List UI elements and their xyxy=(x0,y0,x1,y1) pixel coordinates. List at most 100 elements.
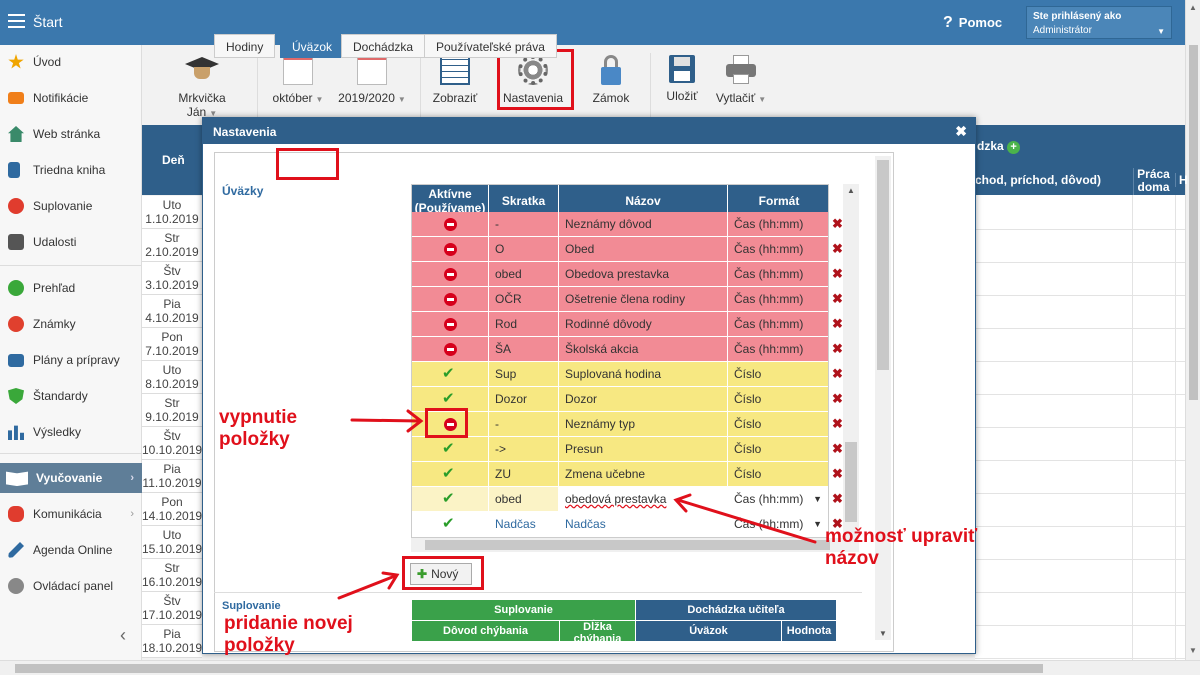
active-toggle[interactable]: ✔ xyxy=(412,462,489,487)
scroll-thumb[interactable] xyxy=(877,160,889,370)
format-cell[interactable]: Číslo xyxy=(728,462,828,487)
month-select[interactable]: október ▼ xyxy=(270,55,326,105)
abbr-cell[interactable]: Rod xyxy=(489,312,559,337)
scroll-up-icon[interactable]: ▲ xyxy=(847,186,855,195)
sidebar-item-uvod[interactable]: Úvod xyxy=(0,47,142,77)
table-horizontal-scrollbar[interactable] xyxy=(411,538,859,552)
format-cell[interactable]: Čas (hh:mm) xyxy=(728,337,828,362)
active-toggle[interactable]: ✔ xyxy=(412,487,489,512)
active-toggle[interactable] xyxy=(412,212,489,237)
abbr-cell[interactable]: obed xyxy=(489,262,559,287)
page-vertical-scrollbar[interactable]: ▲ ▼ xyxy=(1185,0,1200,660)
print-button[interactable]: Vytlačiť ▼ xyxy=(712,55,770,105)
checkmark-icon[interactable]: ✔ xyxy=(442,464,455,484)
name-cell[interactable]: Školská akcia xyxy=(559,337,728,362)
abbr-cell[interactable]: OČR xyxy=(489,287,559,312)
name-cell[interactable]: obedová prestavka xyxy=(559,487,728,512)
name-cell[interactable]: Obedova prestavka xyxy=(559,262,728,287)
lock-button[interactable]: Zámok xyxy=(588,55,634,105)
delete-icon[interactable]: ✖ xyxy=(832,216,843,232)
name-cell[interactable]: Dozor xyxy=(559,387,728,412)
active-toggle[interactable]: ✔ xyxy=(412,512,489,537)
no-entry-icon[interactable] xyxy=(444,318,457,331)
checkmark-icon[interactable]: ✔ xyxy=(442,489,455,509)
help-link[interactable]: ? Pomoc xyxy=(943,14,1002,32)
checkmark-icon[interactable]: ✔ xyxy=(442,514,455,534)
format-cell[interactable]: Číslo xyxy=(728,437,828,462)
format-cell[interactable]: Čas (hh:mm) xyxy=(728,312,828,337)
name-cell[interactable]: Obed xyxy=(559,237,728,262)
sidebar-item-komunikacia[interactable]: Komunikácia › xyxy=(0,499,142,529)
close-icon[interactable]: ✖ xyxy=(955,123,967,140)
delete-icon[interactable]: ✖ xyxy=(832,391,843,407)
teacher-select[interactable]: Mrkvička Ján ▼ xyxy=(162,55,242,119)
delete-icon[interactable]: ✖ xyxy=(832,341,843,357)
active-toggle[interactable] xyxy=(412,287,489,312)
delete-icon[interactable]: ✖ xyxy=(832,416,843,432)
delete-icon[interactable]: ✖ xyxy=(832,266,843,282)
format-cell[interactable]: Čas (hh:mm) ▼ xyxy=(728,487,828,512)
sidebar-item-agenda-online[interactable]: Agenda Online xyxy=(0,535,142,565)
name-cell[interactable]: Presun xyxy=(559,437,728,462)
abbr-cell[interactable]: Sup xyxy=(489,362,559,387)
chevron-down-icon[interactable]: ▼ xyxy=(813,512,822,537)
scroll-thumb[interactable] xyxy=(425,540,830,550)
format-cell[interactable]: Čas (hh:mm) xyxy=(728,212,828,237)
sidebar-item-plany[interactable]: Plány a prípravy xyxy=(0,345,142,375)
name-cell[interactable]: Zmena učebne xyxy=(559,462,728,487)
tab-dochadzka[interactable]: Dochádzka xyxy=(341,34,426,58)
user-menu[interactable]: Ste prihlásený ako Administrátor ▼ xyxy=(1026,6,1172,39)
name-cell[interactable]: Neznámy typ xyxy=(559,412,728,437)
table-scrollbar[interactable]: ▲ xyxy=(843,184,859,538)
scroll-thumb[interactable] xyxy=(15,664,1043,673)
no-entry-icon[interactable] xyxy=(444,243,457,256)
abbr-cell[interactable]: - xyxy=(489,212,559,237)
name-cell[interactable]: Suplovaná hodina xyxy=(559,362,728,387)
format-cell[interactable]: Číslo xyxy=(728,362,828,387)
page-horizontal-scrollbar[interactable] xyxy=(0,660,1200,675)
scroll-thumb[interactable] xyxy=(845,442,857,522)
name-cell[interactable]: Ošetrenie člena rodiny xyxy=(559,287,728,312)
tab-uvazok[interactable]: Úväzok xyxy=(280,34,345,58)
delete-icon[interactable]: ✖ xyxy=(832,466,843,482)
abbr-cell[interactable]: -> xyxy=(489,437,559,462)
sidebar-item-standardy[interactable]: Štandardy xyxy=(0,381,142,411)
format-cell[interactable]: Číslo xyxy=(728,387,828,412)
sidebar-item-ovladaci-panel[interactable]: Ovládací panel xyxy=(0,571,142,601)
sidebar-item-prehlad[interactable]: Prehľad xyxy=(0,273,142,303)
abbr-cell[interactable]: - xyxy=(489,412,559,437)
active-toggle[interactable]: ✔ xyxy=(412,437,489,462)
menu-icon[interactable] xyxy=(8,14,25,28)
abbr-cell[interactable]: O xyxy=(489,237,559,262)
collapse-sidebar-icon[interactable]: ‹ xyxy=(120,625,126,646)
scroll-thumb[interactable] xyxy=(1189,45,1198,400)
show-button[interactable]: Zobraziť xyxy=(430,55,480,105)
name-cell[interactable]: Neznámy dôvod xyxy=(559,212,728,237)
abbr-cell[interactable]: obed xyxy=(489,487,559,512)
no-entry-icon[interactable] xyxy=(444,343,457,356)
no-entry-icon[interactable] xyxy=(444,293,457,306)
delete-icon[interactable]: ✖ xyxy=(832,516,843,532)
active-toggle[interactable] xyxy=(412,237,489,262)
sidebar-item-triedna-kniha[interactable]: Triedna kniha xyxy=(0,155,142,185)
abbr-cell[interactable]: ZU xyxy=(489,462,559,487)
sidebar-item-vysledky[interactable]: Výsledky xyxy=(0,417,142,447)
format-cell[interactable]: Čas (hh:mm) xyxy=(728,262,828,287)
tab-hodiny[interactable]: Hodiny xyxy=(214,34,276,58)
active-toggle[interactable] xyxy=(412,337,489,362)
no-entry-icon[interactable] xyxy=(444,218,457,231)
delete-icon[interactable]: ✖ xyxy=(832,491,843,507)
format-cell[interactable]: Čas (hh:mm) xyxy=(728,237,828,262)
abbr-cell[interactable]: ŠA xyxy=(489,337,559,362)
delete-icon[interactable]: ✖ xyxy=(832,441,843,457)
active-toggle[interactable] xyxy=(412,312,489,337)
scroll-up-icon[interactable]: ▲ xyxy=(1189,3,1197,12)
sidebar-item-znamky[interactable]: Známky xyxy=(0,309,142,339)
add-circle-icon[interactable]: + xyxy=(1007,141,1021,154)
sidebar-item-vyucovanie[interactable]: Vyučovanie › xyxy=(0,463,142,493)
abbr-cell[interactable]: Dozor xyxy=(489,387,559,412)
save-button[interactable]: Uložiť xyxy=(660,55,704,103)
scroll-down-icon[interactable]: ▼ xyxy=(1189,646,1197,655)
checkmark-icon[interactable]: ✔ xyxy=(442,389,455,409)
active-toggle[interactable] xyxy=(412,262,489,287)
